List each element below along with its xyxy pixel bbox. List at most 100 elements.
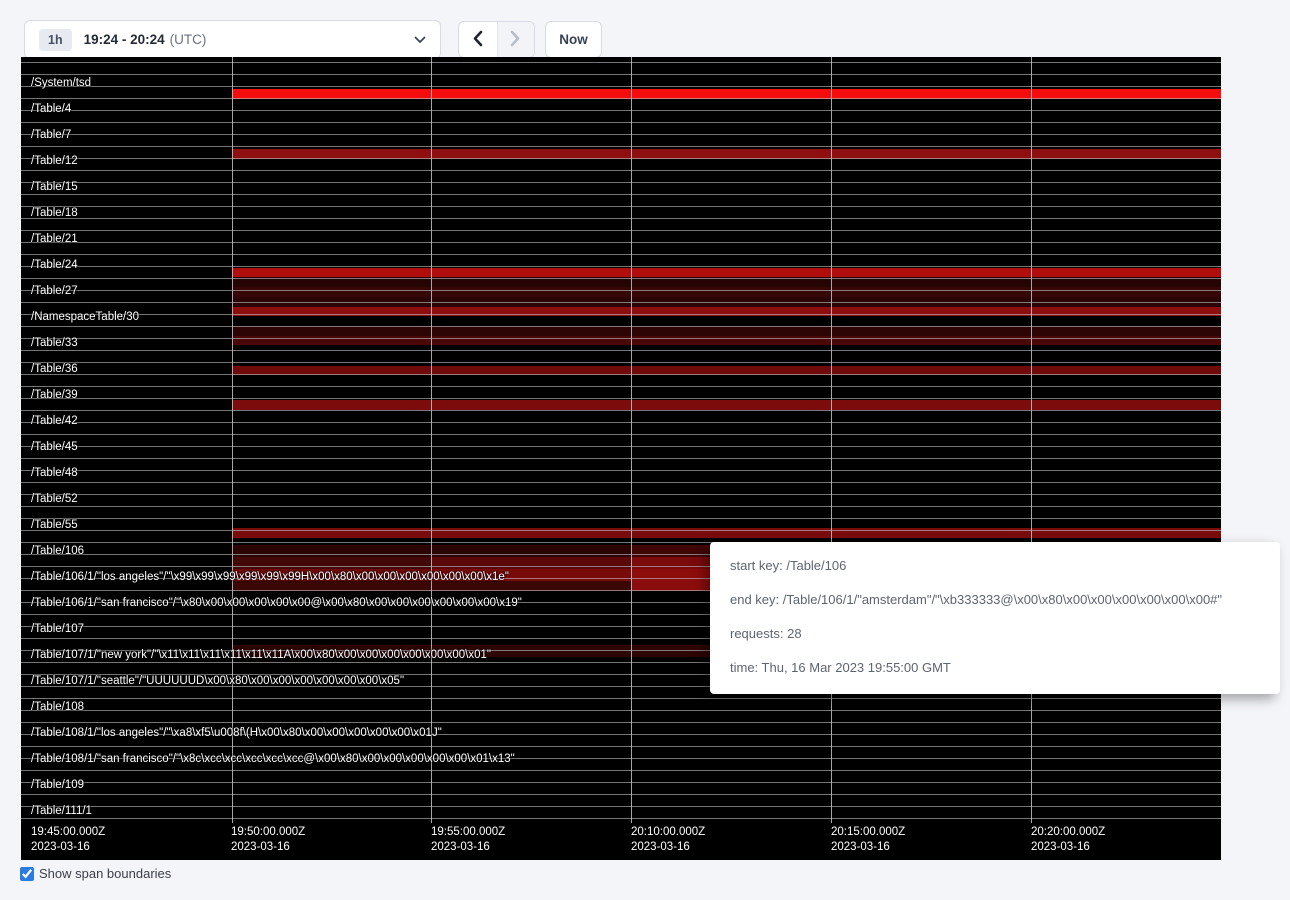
time-gridline	[431, 57, 432, 823]
activity-band-segment	[431, 557, 631, 569]
span-boundary-line	[21, 398, 1221, 399]
span-boundary-line	[21, 794, 1221, 795]
show-span-boundaries-checkbox[interactable]	[20, 867, 34, 881]
row-label: /Table/4	[31, 102, 71, 116]
row-label: /Table/45	[31, 440, 78, 454]
row-label: /Table/39	[31, 388, 78, 402]
span-boundary-line	[21, 170, 1221, 171]
span-boundary-line	[21, 278, 1221, 279]
span-boundary-line	[21, 326, 1221, 327]
tick-time: 20:10:00.000Z	[631, 825, 705, 840]
activity-band	[21, 287, 1221, 297]
span-boundary-line	[21, 806, 1221, 807]
row-label: /Table/15	[31, 180, 78, 194]
span-boundary-line	[21, 818, 1221, 819]
span-boundary-line	[21, 74, 1221, 75]
row-label: /Table/21	[31, 232, 78, 246]
chevron-left-icon	[472, 30, 483, 50]
row-label: /Table/107/1/"seattle"/"UUUUUUD\x00\x80\…	[31, 674, 404, 688]
span-boundary-line	[21, 242, 1221, 243]
span-tooltip: start key: /Table/106 end key: /Table/10…	[710, 542, 1280, 694]
span-boundary-line	[21, 362, 1221, 363]
row-label: /Table/33	[31, 336, 78, 350]
span-boundary-line	[21, 782, 1221, 783]
range-duration-badge: 1h	[39, 29, 72, 51]
prev-range-button[interactable]	[459, 22, 497, 57]
row-label: /Table/55	[31, 518, 78, 532]
row-label: /Table/108	[31, 700, 84, 714]
row-label: /Table/106/1/"san francisco"/"\x80\x00\x…	[31, 596, 522, 610]
tick-date: 2023-03-16	[1031, 840, 1105, 855]
span-boundary-line	[21, 506, 1221, 507]
span-boundary-line	[21, 494, 1221, 495]
row-label: /Table/12	[31, 154, 78, 168]
span-boundary-line	[21, 194, 1221, 195]
next-range-button[interactable]	[497, 22, 535, 57]
time-gridline	[1031, 57, 1032, 823]
key-visualizer-page: 1h 19:24 - 20:24 (UTC) Now /System/tsd/T…	[0, 0, 1290, 900]
span-boundary-line	[21, 350, 1221, 351]
x-axis-tick: 20:15:00.000Z2023-03-16	[831, 825, 905, 855]
activity-band-segment	[232, 326, 1221, 336]
row-label: /Table/107/1/"new york"/"\x11\x11\x11\x1…	[31, 648, 491, 662]
span-boundary-line	[21, 470, 1221, 471]
tick-time: 19:55:00.000Z	[431, 825, 505, 840]
span-boundary-line	[21, 698, 1221, 699]
span-boundary-line	[21, 410, 1221, 411]
tick-date: 2023-03-16	[31, 840, 105, 855]
row-label: /NamespaceTable/30	[31, 310, 139, 324]
row-label: /Table/24	[31, 258, 78, 272]
span-boundary-line	[21, 722, 1221, 723]
activity-band-segment	[232, 287, 1221, 297]
row-label: /Table/106	[31, 544, 84, 558]
row-label: /Table/48	[31, 466, 78, 480]
row-label: /Table/111/1	[31, 804, 92, 818]
span-boundary-line	[21, 290, 1221, 291]
x-axis-tick: 20:20:00.000Z2023-03-16	[1031, 825, 1105, 855]
time-nav-group	[458, 21, 535, 58]
tooltip-start-key: start key: /Table/106	[730, 559, 1280, 573]
span-boundaries-control: Show span boundaries	[20, 866, 171, 881]
x-axis-tick: 19:45:00.000Z2023-03-16	[31, 825, 105, 855]
activity-band-segment	[232, 400, 1221, 410]
row-label: /Table/36	[31, 362, 78, 376]
span-boundary-line	[21, 254, 1221, 255]
span-boundary-line	[21, 530, 1221, 531]
span-boundary-line	[21, 110, 1221, 111]
span-boundary-line	[21, 446, 1221, 447]
key-visualizer-canvas[interactable]: /System/tsd/Table/4/Table/7/Table/12/Tab…	[21, 57, 1221, 860]
tick-time: 19:45:00.000Z	[31, 825, 105, 840]
row-label: /Table/108/1/"los angeles"/"\xa8\xf5\u00…	[31, 726, 442, 740]
row-label: /Table/7	[31, 128, 71, 142]
time-range-dropdown[interactable]: 1h 19:24 - 20:24 (UTC)	[24, 20, 441, 59]
span-boundary-line	[21, 386, 1221, 387]
chevron-right-icon	[510, 30, 521, 50]
tick-time: 19:50:00.000Z	[231, 825, 305, 840]
span-boundary-line	[21, 266, 1221, 267]
span-boundary-line	[21, 302, 1221, 303]
tooltip-time: time: Thu, 16 Mar 2023 19:55:00 GMT	[730, 661, 1280, 675]
show-span-boundaries-label[interactable]: Show span boundaries	[39, 866, 171, 881]
x-axis-tick: 20:10:00.000Z2023-03-16	[631, 825, 705, 855]
activity-band	[21, 268, 1221, 277]
range-text: 19:24 - 20:24	[84, 32, 165, 47]
tick-date: 2023-03-16	[431, 840, 505, 855]
row-label: /System/tsd	[31, 76, 91, 90]
tick-time: 20:15:00.000Z	[831, 825, 905, 840]
span-boundary-line	[21, 518, 1221, 519]
range-timezone: (UTC)	[170, 32, 207, 47]
span-boundary-line	[21, 218, 1221, 219]
activity-band-segment	[232, 557, 431, 569]
tooltip-end-key: end key: /Table/106/1/"amsterdam"/"\xb33…	[730, 593, 1280, 607]
span-boundary-line	[21, 374, 1221, 375]
tooltip-requests: requests: 28	[730, 627, 1280, 641]
now-button[interactable]: Now	[545, 21, 602, 58]
x-axis-tick: 19:50:00.000Z2023-03-16	[231, 825, 305, 855]
span-boundary-line	[21, 182, 1221, 183]
span-boundary-line	[21, 230, 1221, 231]
span-boundary-line	[21, 746, 1221, 747]
tick-time: 20:20:00.000Z	[1031, 825, 1105, 840]
row-label: /Table/42	[31, 414, 78, 428]
span-boundary-line	[21, 314, 1221, 315]
tick-date: 2023-03-16	[831, 840, 905, 855]
